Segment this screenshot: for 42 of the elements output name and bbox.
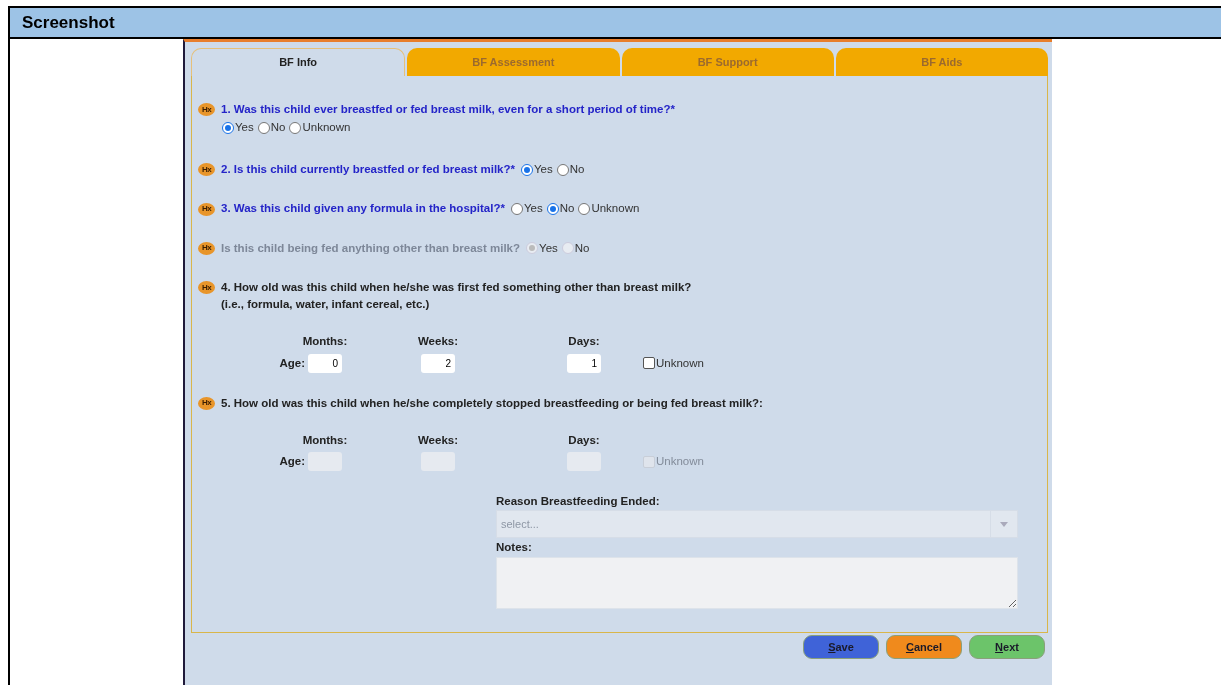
action-button[interactable]: Next [969, 635, 1045, 659]
question-text: 5. How old was this child when he/she completely stopped breastfeeding or being fed breast milk?: [221, 395, 763, 411]
question-text: 2. Is this child currently breastfed or fed breast milk?* [221, 162, 515, 178]
radio-label: Yes [539, 240, 558, 256]
column-label: Months: [302, 334, 348, 350]
age-label: Age: [278, 454, 306, 469]
history-badge[interactable]: Hx [198, 163, 215, 177]
age-input[interactable]: 0 [308, 353, 342, 373]
history-badge[interactable]: Hx [198, 281, 215, 294]
field-label: Reason Breastfeeding Ended: [496, 494, 661, 510]
radio-label: Yes [534, 162, 553, 178]
age-input[interactable]: 1 [567, 353, 601, 373]
column-label: Days: [568, 334, 600, 350]
radio-label: Yes [235, 120, 254, 136]
checkbox-label: Unknown [656, 355, 704, 371]
radio-label: No [559, 201, 575, 217]
action-button[interactable]: Cancel [886, 635, 962, 659]
tab[interactable]: BF Info [191, 48, 406, 76]
question-text: 1. Was this child ever breastfed or fed breast milk, even for a short period of time?* [221, 102, 675, 117]
column-label: Weeks: [417, 334, 459, 350]
column-label: Days: [568, 432, 600, 448]
column-label: Months: [302, 432, 348, 448]
question-text: Is this child being fed anything other than breast milk? [221, 240, 521, 256]
radio-label: Unknown [302, 120, 351, 136]
checkbox-label: Unknown [656, 454, 704, 469]
age-label: Age: [278, 355, 306, 371]
question-text: 4. How old was this child when he/she was first fed something other than breast milk? [221, 279, 692, 295]
question-text: 3. Was this child given any formula in the hospital?* [221, 201, 505, 217]
radio-label: Yes [523, 201, 543, 217]
history-badge[interactable]: Hx [198, 202, 215, 216]
section-title: Screenshot [22, 11, 115, 34]
action-button[interactable]: Save [803, 635, 879, 659]
radio-label: No [574, 240, 590, 256]
history-badge[interactable]: Hx [198, 396, 215, 410]
history-badge[interactable]: Hx [198, 103, 215, 117]
radio-label: Unknown [591, 201, 640, 217]
column-label: Weeks: [417, 432, 459, 448]
radio-label: No [270, 120, 286, 136]
field-label: Notes: [496, 540, 533, 556]
radio-label: No [569, 162, 585, 178]
age-input[interactable]: 2 [421, 353, 455, 373]
question-note: (i.e., formula, water, infant cereal, etc.) [221, 297, 431, 313]
